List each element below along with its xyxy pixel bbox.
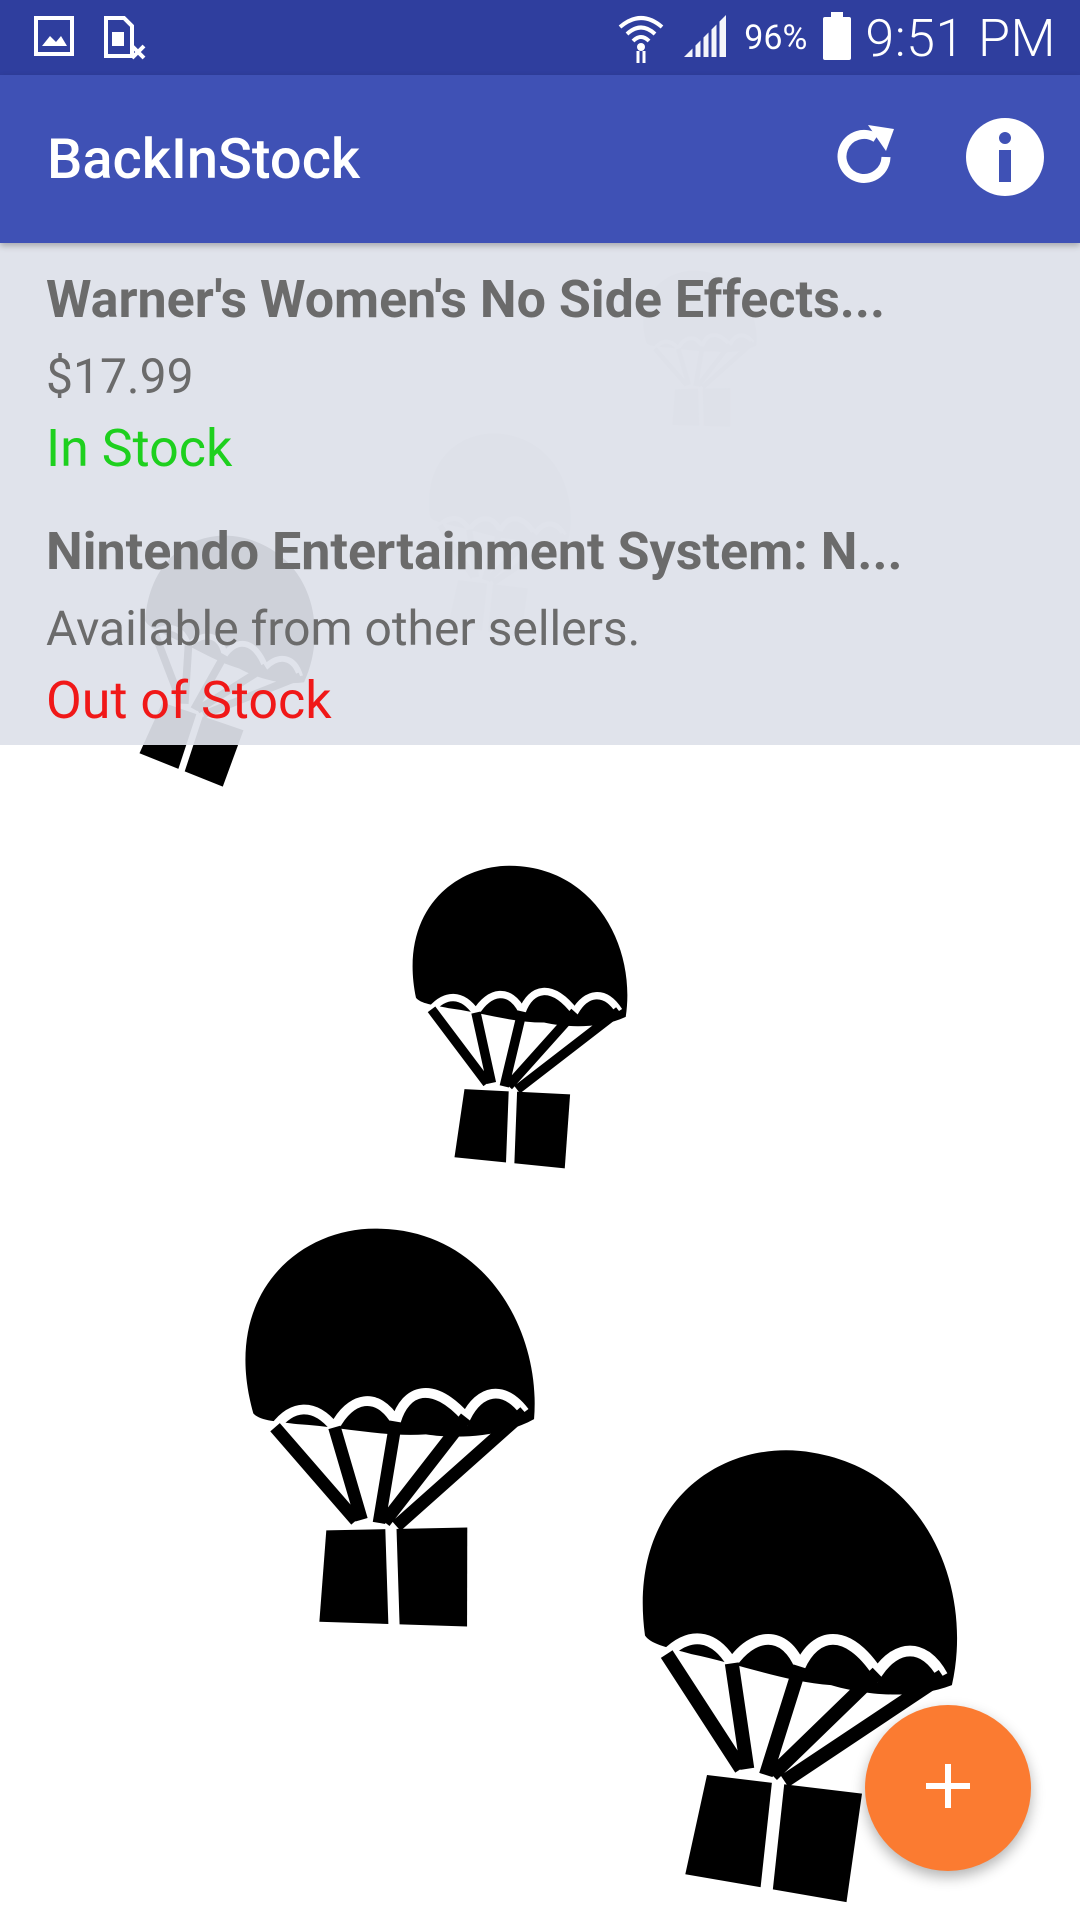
list-item[interactable]: Nintendo Entertainment System: N... Avai… xyxy=(46,519,1036,737)
info-icon xyxy=(965,117,1045,201)
refresh-button[interactable] xyxy=(824,119,904,199)
status-bar-notifications xyxy=(34,16,148,66)
app-title: BackInStock xyxy=(47,126,361,192)
product-title: Warner's Women's No Side Effects... xyxy=(46,269,886,330)
battery-percent: 96% xyxy=(744,18,808,58)
signal-icon xyxy=(680,13,730,63)
wifi-icon xyxy=(616,9,666,67)
gallery-icon xyxy=(34,16,74,66)
product-availability: Available from other sellers. xyxy=(46,600,641,657)
stock-status: Out of Stock xyxy=(46,670,332,731)
status-bar: 96% 9:51 PM xyxy=(0,0,1080,75)
status-bar-time: 9:51 PM xyxy=(865,7,1056,69)
product-title: Nintendo Entertainment System: N... xyxy=(46,521,903,582)
product-price: $17.99 xyxy=(46,348,194,405)
sim-card-disabled-icon xyxy=(102,16,148,66)
product-list: Warner's Women's No Side Effects... $17.… xyxy=(0,243,1080,745)
status-bar-system: 96% 9:51 PM xyxy=(616,7,1056,69)
plus-icon xyxy=(924,1762,972,1814)
list-item[interactable]: Warner's Women's No Side Effects... $17.… xyxy=(46,267,1036,485)
refresh-icon xyxy=(828,121,900,197)
app-bar: BackInStock xyxy=(0,75,1080,243)
info-button[interactable] xyxy=(965,117,1045,201)
add-product-button[interactable] xyxy=(865,1705,1031,1871)
stock-status: In Stock xyxy=(46,418,233,479)
battery-icon xyxy=(823,12,852,64)
